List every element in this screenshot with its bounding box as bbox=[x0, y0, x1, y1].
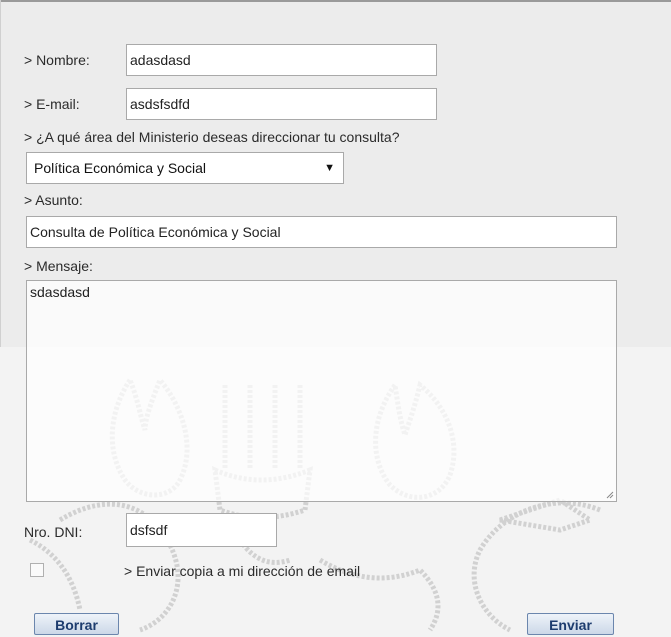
email-label: > E-mail: bbox=[24, 96, 80, 112]
copy-checkbox[interactable] bbox=[30, 563, 44, 577]
chevron-down-icon: ▼ bbox=[324, 162, 335, 174]
dni-label: Nro. DNI: bbox=[24, 524, 83, 540]
submit-button[interactable]: Enviar bbox=[527, 613, 614, 635]
nombre-input[interactable] bbox=[126, 44, 437, 76]
area-select[interactable]: Política Económica y Social ▼ bbox=[26, 152, 344, 184]
area-label: > ¿A qué área del Ministerio deseas dire… bbox=[24, 129, 400, 145]
dni-input[interactable] bbox=[126, 513, 277, 547]
mensaje-textarea[interactable]: sdasdasd bbox=[26, 280, 617, 502]
email-input[interactable] bbox=[126, 88, 437, 120]
top-border bbox=[0, 0, 671, 2]
resize-grip-icon[interactable] bbox=[604, 489, 614, 499]
copy-label: > Enviar copia a mi dirección de email bbox=[124, 563, 361, 579]
asunto-label: > Asunto: bbox=[24, 192, 83, 208]
asunto-input[interactable] bbox=[26, 216, 617, 248]
nombre-label: > Nombre: bbox=[24, 52, 90, 68]
reset-button[interactable]: Borrar bbox=[34, 613, 119, 635]
area-select-value: Política Económica y Social bbox=[34, 160, 206, 176]
mensaje-label: > Mensaje: bbox=[24, 258, 93, 274]
